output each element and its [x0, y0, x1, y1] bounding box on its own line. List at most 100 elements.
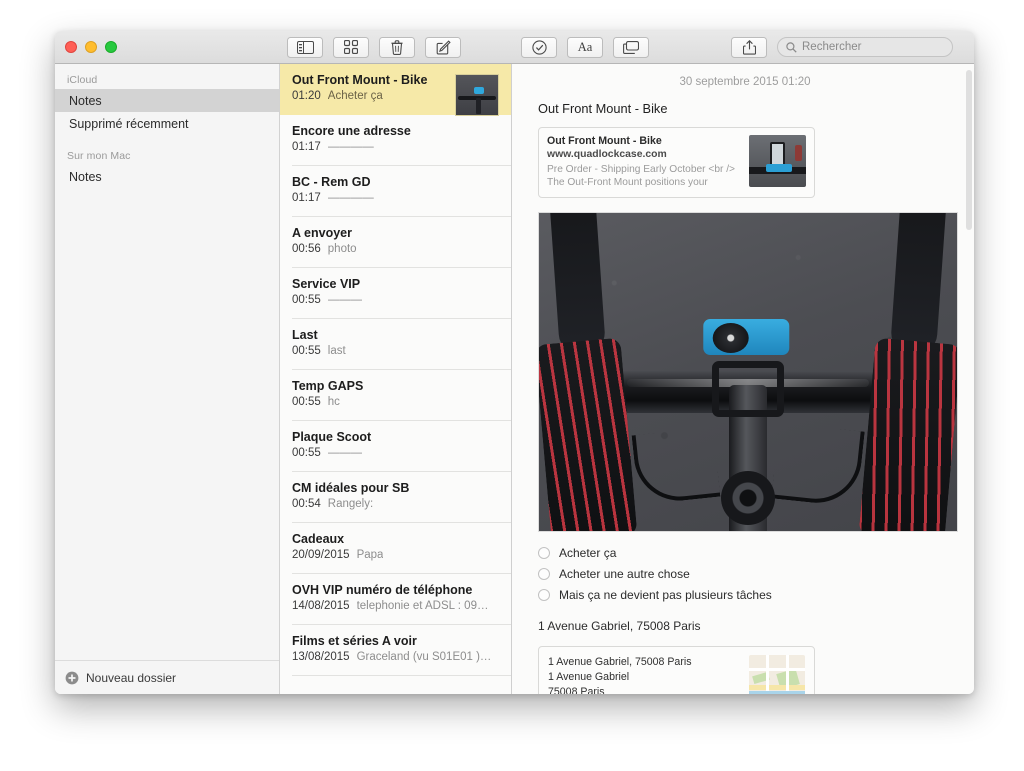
note-item-title: BC - Rem GD — [292, 175, 371, 189]
sidebar-section-header-on-my-mac: Sur mon Mac — [67, 150, 131, 162]
add-photo-button[interactable] — [613, 36, 649, 58]
add-photo-icon — [623, 40, 639, 54]
note-item-time: 14/08/2015 — [292, 600, 350, 612]
checkbox-unchecked-icon[interactable] — [538, 547, 550, 560]
note-list-item[interactable]: Temp GAPS 00:55 hc — [280, 370, 511, 421]
note-item-time: 00:55 — [292, 396, 321, 408]
note-list-item[interactable]: BC - Rem GD 01:17 ———— — [280, 166, 511, 217]
link-preview-text: Out Front Mount - Bike www.quadlockcase.… — [547, 135, 741, 190]
sidebar-toggle-icon — [296, 40, 314, 54]
note-detail-pane[interactable]: 30 septembre 2015 01:20 Out Front Mount … — [512, 64, 974, 694]
delete-note-button[interactable] — [379, 36, 415, 58]
note-item-meta: 13/08/2015 Graceland (vu S01E01 )… — [292, 651, 498, 663]
checklist-item[interactable]: Acheter une autre chose — [538, 564, 952, 585]
compose-note-button[interactable] — [425, 36, 461, 58]
note-item-title: OVH VIP numéro de téléphone — [292, 583, 473, 597]
note-list-item[interactable]: Cadeaux 20/09/2015 Papa — [280, 523, 511, 574]
note-item-meta: 00:55 ——— — [292, 447, 498, 459]
checklist: Acheter ça Acheter une autre chose Mais … — [538, 543, 952, 606]
link-preview-description-line1: Pre Order - Shipping Early October <br /… — [547, 164, 735, 175]
attachments-grid-button[interactable] — [333, 36, 369, 58]
note-list-item[interactable]: Out Front Mount - Bike 01:20 Acheter ça — [280, 64, 511, 116]
note-heading: Out Front Mount - Bike — [538, 101, 668, 116]
link-preview-title: Out Front Mount - Bike — [547, 135, 662, 147]
minimize-button[interactable] — [85, 41, 97, 53]
note-list-item[interactable]: Plaque Scoot 00:55 ——— — [280, 421, 511, 472]
note-list-item[interactable]: Films et séries A voir 13/08/2015 Gracel… — [280, 625, 511, 676]
share-button[interactable] — [731, 36, 767, 58]
note-list-item[interactable]: OVH VIP numéro de téléphone 14/08/2015 t… — [280, 574, 511, 625]
note-item-time: 20/09/2015 — [292, 549, 350, 561]
note-item-title: Encore une adresse — [292, 124, 411, 138]
note-item-title: Temp GAPS — [292, 379, 364, 393]
checkbox-unchecked-icon[interactable] — [538, 589, 550, 602]
note-item-snippet: ———— — [327, 141, 374, 153]
note-item-time: 01:20 — [292, 90, 321, 102]
note-list-item[interactable]: Last 00:55 last — [280, 319, 511, 370]
note-item-time: 00:55 — [292, 447, 321, 459]
sidebar-item-label: Supprimé récemment — [69, 116, 189, 131]
sidebar-toggle-button[interactable] — [287, 36, 323, 58]
notes-window: Aa Rechercher iCloud Notes Supprimé réce… — [55, 31, 974, 694]
sidebar: iCloud Notes Supprimé récemment Sur mon … — [55, 64, 280, 694]
window-body: iCloud Notes Supprimé récemment Sur mon … — [55, 64, 974, 694]
note-item-meta: 00:55 ——— — [292, 294, 498, 306]
note-item-thumbnail — [455, 74, 499, 116]
sidebar-section-header-icloud: iCloud — [67, 74, 98, 86]
note-item-time: 01:17 — [292, 141, 321, 153]
note-item-meta: 20/09/2015 Papa — [292, 549, 498, 561]
note-item-time: 00:54 — [292, 498, 321, 510]
note-item-title: Plaque Scoot — [292, 430, 372, 444]
checklist-item-label: Mais ça ne devient pas plusieurs tâches — [559, 588, 772, 603]
trash-icon — [391, 39, 403, 55]
plus-circle-icon — [65, 671, 79, 684]
map-preview-card[interactable]: 1 Avenue Gabriel, 75008 Paris 1 Avenue G… — [538, 645, 815, 694]
note-list-item[interactable]: A envoyer 00:56 photo — [280, 217, 511, 268]
sidebar-item-label: Notes — [69, 169, 102, 184]
checklist-item-label: Acheter ça — [559, 546, 617, 561]
sidebar-item-icloud-notes[interactable]: Notes — [55, 89, 279, 112]
close-button[interactable] — [65, 41, 77, 53]
map-address-line: 1 Avenue Gabriel — [548, 670, 630, 683]
window-titlebar: Aa Rechercher — [55, 31, 974, 64]
note-item-snippet: ———— — [327, 192, 374, 204]
note-item-snippet: ——— — [327, 447, 363, 459]
note-item-title: Cadeaux — [292, 532, 345, 546]
note-item-meta: 14/08/2015 telephonie et ADSL : 09… — [292, 600, 498, 612]
note-item-meta: 00:56 photo — [292, 243, 498, 255]
note-item-title: A envoyer — [292, 226, 352, 240]
note-item-snippet: last — [327, 345, 346, 357]
note-item-snippet: Rangely: — [327, 498, 374, 510]
map-address-lines: 1 Avenue Gabriel, 75008 Paris 1 Avenue G… — [548, 655, 740, 694]
sidebar-item-recently-deleted[interactable]: Supprimé récemment — [55, 112, 279, 135]
address-text: 1 Avenue Gabriel, 75008 Paris — [538, 618, 701, 633]
note-list-item[interactable]: Service VIP 00:55 ——— — [280, 268, 511, 319]
format-text-button[interactable]: Aa — [567, 36, 603, 58]
note-item-time: 01:17 — [292, 192, 321, 204]
link-preview-url: www.quadlockcase.com — [547, 149, 667, 160]
note-list-item[interactable]: CM idéales pour SB 00:54 Rangely: — [280, 472, 511, 523]
link-preview-card[interactable]: Out Front Mount - Bike www.quadlockcase.… — [538, 127, 815, 198]
toolbar-group-left — [287, 36, 461, 58]
note-list-item[interactable]: Encore une adresse 01:17 ———— — [280, 115, 511, 166]
toolbar-group-mid: Aa — [521, 36, 649, 58]
search-icon — [786, 41, 797, 53]
zoom-button[interactable] — [105, 41, 117, 53]
note-item-meta: 00:54 Rangely: — [292, 498, 498, 510]
note-item-meta: 01:17 ———— — [292, 192, 498, 204]
new-folder-button[interactable]: Nouveau dossier — [55, 660, 279, 694]
note-item-snippet: Papa — [356, 549, 384, 561]
checklist-button[interactable] — [521, 36, 557, 58]
sidebar-list: iCloud Notes Supprimé récemment Sur mon … — [55, 64, 279, 660]
search-input[interactable]: Rechercher — [777, 37, 953, 57]
detail-scrollbar[interactable] — [966, 70, 972, 230]
bike-handlebar-photo[interactable] — [538, 211, 958, 532]
sidebar-item-mac-notes[interactable]: Notes — [55, 165, 279, 188]
checkbox-unchecked-icon[interactable] — [538, 568, 550, 581]
checklist-item[interactable]: Acheter ça — [538, 543, 952, 564]
note-list[interactable]: Out Front Mount - Bike 01:20 Acheter ça … — [280, 64, 512, 694]
checklist-item[interactable]: Mais ça ne devient pas plusieurs tâches — [538, 585, 952, 606]
link-preview-thumbnail — [749, 135, 806, 187]
map-address-line: 1 Avenue Gabriel, 75008 Paris — [548, 655, 692, 668]
new-folder-label: Nouveau dossier — [86, 670, 177, 685]
